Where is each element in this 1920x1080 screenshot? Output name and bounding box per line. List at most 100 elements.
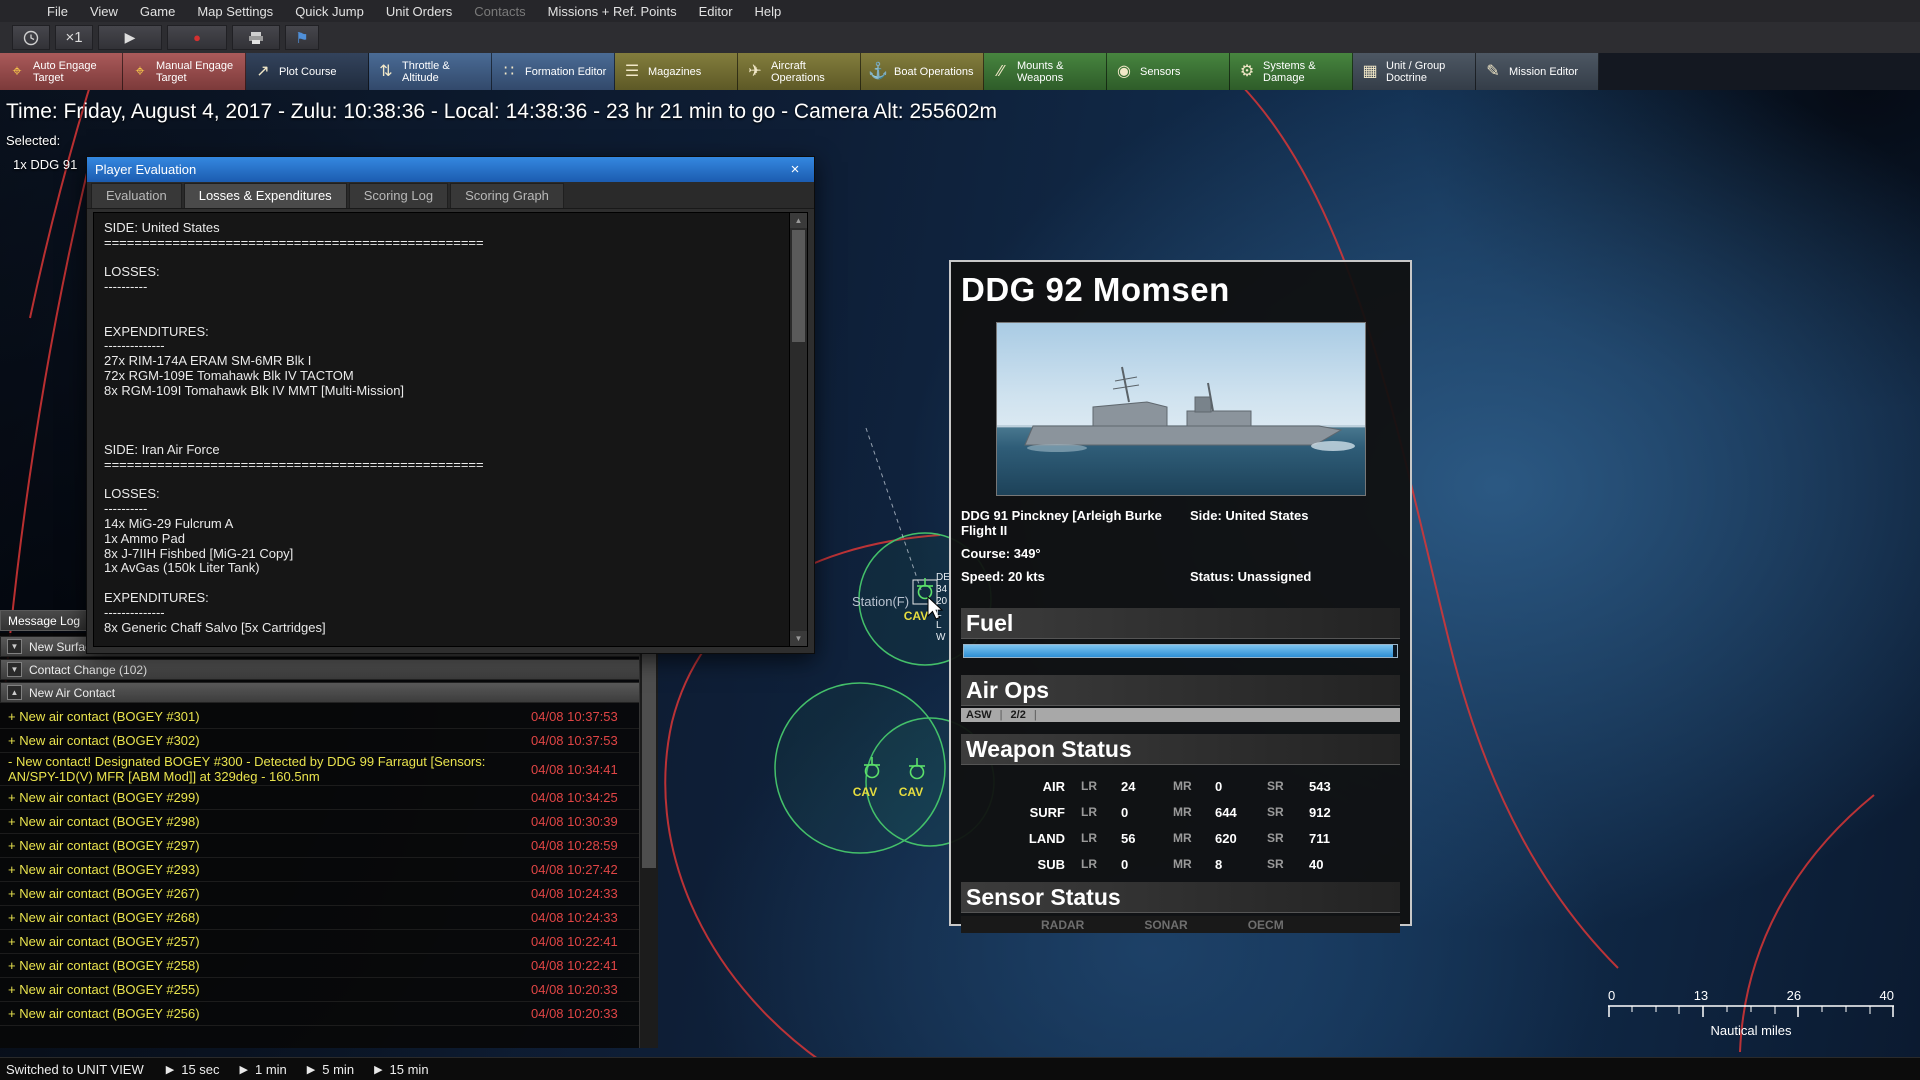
record-button[interactable]: ● — [167, 25, 227, 50]
fuel-bar — [963, 644, 1398, 658]
throttle-icon: ⇅ — [379, 62, 393, 80]
scale-tick-label: 26 — [1786, 988, 1802, 1003]
message-log-row[interactable]: + New air contact (BOGEY #256) 04/08 10:… — [0, 1002, 640, 1026]
dialog-scrollbar[interactable]: ▲ ▼ — [789, 213, 807, 646]
message-section-new-air-contact[interactable]: ▲ New Air Contact — [0, 682, 640, 703]
record-icon: ● — [193, 30, 201, 45]
flag-icon: ⚑ — [295, 29, 309, 47]
weapon-row-land: LAND LR 56 MR 620 SR 711 — [1028, 830, 1330, 846]
tab-losses-expenditures[interactable]: Losses & Expenditures — [183, 183, 347, 208]
toolbar-formation-editor[interactable]: ∷ Formation Editor — [492, 53, 615, 90]
message-log-scrollbar[interactable] — [639, 636, 658, 1048]
weapon-status-header: Weapon Status — [961, 734, 1400, 765]
scroll-up-icon[interactable]: ▲ — [790, 213, 807, 228]
play-button[interactable]: ▶ — [98, 25, 162, 50]
message-log-tab[interactable]: Message Log — [0, 610, 100, 631]
printer-icon — [249, 31, 263, 44]
message-log-row[interactable]: + New air contact (BOGEY #267) 04/08 10:… — [0, 882, 640, 906]
formation-icon: ∷ — [503, 62, 515, 80]
scale-tick-label: 13 — [1693, 988, 1709, 1003]
message-log-row[interactable]: - New contact! Designated BOGEY #300 - D… — [0, 753, 640, 786]
message-log-row[interactable]: + New air contact (BOGEY #255) 04/08 10:… — [0, 978, 640, 1002]
menu-item-help[interactable]: Help — [744, 4, 793, 19]
time-preset-1min[interactable]: 1 min — [255, 1062, 287, 1077]
message-log-row[interactable]: + New air contact (BOGEY #299) 04/08 10:… — [0, 786, 640, 810]
doctrine-grid-icon: ▦ — [1362, 62, 1378, 80]
menu-item-editor[interactable]: Editor — [688, 4, 744, 19]
unit-photo — [995, 322, 1366, 496]
toolbar-magazines[interactable]: ☰ Magazines — [615, 53, 738, 90]
message-log-row[interactable]: + New air contact (BOGEY #293) 04/08 10:… — [0, 858, 640, 882]
sensor-item-oecm[interactable]: OECM — [1248, 918, 1284, 932]
time-preset-15sec[interactable]: 15 sec — [181, 1062, 219, 1077]
selected-label: Selected: — [6, 133, 61, 148]
tab-scoring-log[interactable]: Scoring Log — [348, 183, 449, 208]
toolbar-throttle-altitude[interactable]: ⇅ Throttle & Altitude — [369, 53, 492, 90]
menu-item-file[interactable]: File — [36, 4, 79, 19]
crosshair-icon: ⌖ — [135, 62, 145, 80]
print-button[interactable] — [232, 25, 280, 50]
menu-item-quick-jump[interactable]: Quick Jump — [284, 4, 375, 19]
time-preset-15min[interactable]: 15 min — [390, 1062, 429, 1077]
clock-button[interactable] — [12, 25, 50, 50]
sensor-status-header: Sensor Status — [961, 882, 1400, 913]
collapse-icon[interactable]: ▲ — [7, 685, 22, 700]
message-section-contact-change[interactable]: ▼ Contact Change (102) — [0, 659, 640, 680]
scroll-down-icon[interactable]: ▼ — [790, 631, 807, 646]
message-log-row[interactable]: + New air contact (BOGEY #268) 04/08 10:… — [0, 906, 640, 930]
toolbar-manual-engage-target[interactable]: ⌖ Manual Engage Target — [123, 53, 246, 90]
gear-icon: ⚙ — [1239, 62, 1255, 80]
weapon-row-air: AIR LR 24 MR 0 SR 543 — [1042, 778, 1331, 794]
toolbar-systems-damage[interactable]: ⚙ Systems & Damage — [1230, 53, 1353, 90]
toolbar-boat-operations[interactable]: ⚓ Boat Operations — [861, 53, 984, 90]
menu-item-map-settings[interactable]: Map Settings — [186, 4, 284, 19]
scrollbar-thumb[interactable] — [642, 638, 656, 868]
toolbar-mounts-weapons[interactable]: ∕∕ Mounts & Weapons — [984, 53, 1107, 90]
close-button[interactable]: × — [784, 161, 806, 178]
clock-icon — [23, 30, 39, 45]
sensor-item-sonar[interactable]: SONAR — [1144, 918, 1187, 932]
message-log-row[interactable]: + New air contact (BOGEY #301) 04/08 10:… — [0, 705, 640, 729]
toolbar-auto-engage-target[interactable]: ⌖ Auto Engage Target — [0, 53, 123, 90]
flag-button[interactable]: ⚑ — [285, 25, 319, 50]
collapse-icon[interactable]: ▼ — [7, 662, 22, 677]
toolbar-mission-editor[interactable]: ✎ Mission Editor — [1476, 53, 1599, 90]
unit-course: Course: 349° — [961, 546, 1041, 561]
toolbar-aircraft-operations[interactable]: ✈ Aircraft Operations — [738, 53, 861, 90]
toolbar-sensors[interactable]: ◉ Sensors — [1107, 53, 1230, 90]
unit-callsign-label: CAV — [853, 785, 877, 799]
dialog-titlebar[interactable]: Player Evaluation × — [87, 157, 814, 182]
message-log-row[interactable]: + New air contact (BOGEY #298) 04/08 10:… — [0, 810, 640, 834]
ship-photo-illustration — [996, 323, 1365, 495]
menu-item-view[interactable]: View — [79, 4, 129, 19]
scale-unit-label: Nautical miles — [1710, 1023, 1792, 1038]
collapse-icon[interactable]: ▼ — [7, 639, 22, 654]
command-modern-operations-screen: { "menubar": { "items": ["File", "View",… — [0, 0, 1920, 1080]
air-ops-ready-strip[interactable]: ASW | 2/2 | — [961, 708, 1400, 722]
message-log-row[interactable]: + New air contact (BOGEY #258) 04/08 10:… — [0, 954, 640, 978]
fuel-section-header: Fuel — [961, 608, 1400, 639]
toolbar-plot-course[interactable]: ↗ Plot Course — [246, 53, 369, 90]
view-status-text: Switched to UNIT VIEW — [6, 1061, 144, 1077]
message-log-row[interactable]: + New air contact (BOGEY #297) 04/08 10:… — [0, 834, 640, 858]
message-log-row[interactable]: + New air contact (BOGEY #257) 04/08 10:… — [0, 930, 640, 954]
menu-item-contacts[interactable]: Contacts — [463, 4, 536, 19]
tab-scoring-graph[interactable]: Scoring Graph — [450, 183, 564, 208]
sensor-item-radar[interactable]: RADAR — [1041, 918, 1084, 932]
message-log-row[interactable]: + New air contact (BOGEY #302) 04/08 10:… — [0, 729, 640, 753]
play-arrow-icon: ▶ — [239, 1063, 248, 1076]
air-ops-ready-count: 2/2 — [1010, 709, 1026, 721]
weapons-icon: ∕∕ — [998, 62, 1004, 80]
menu-item-unit-orders[interactable]: Unit Orders — [375, 4, 463, 19]
time-preset-5min[interactable]: 5 min — [322, 1062, 354, 1077]
menu-item-game[interactable]: Game — [129, 4, 186, 19]
evaluation-body: SIDE: United States ====================… — [93, 212, 808, 647]
menu-item-missions-ref-points[interactable]: Missions + Ref. Points — [537, 4, 688, 19]
scrollbar-thumb[interactable] — [792, 230, 805, 342]
tab-evaluation[interactable]: Evaluation — [91, 183, 182, 208]
selected-unit-value: 1x DDG 91 — [13, 157, 78, 172]
crosshair-icon: ⌖ — [12, 62, 22, 80]
toolbar-unit-group-doctrine[interactable]: ▦ Unit / Group Doctrine — [1353, 53, 1476, 90]
scale-tick-label: 40 — [1879, 988, 1894, 1003]
time-compression-button[interactable]: ×1 — [55, 25, 93, 50]
